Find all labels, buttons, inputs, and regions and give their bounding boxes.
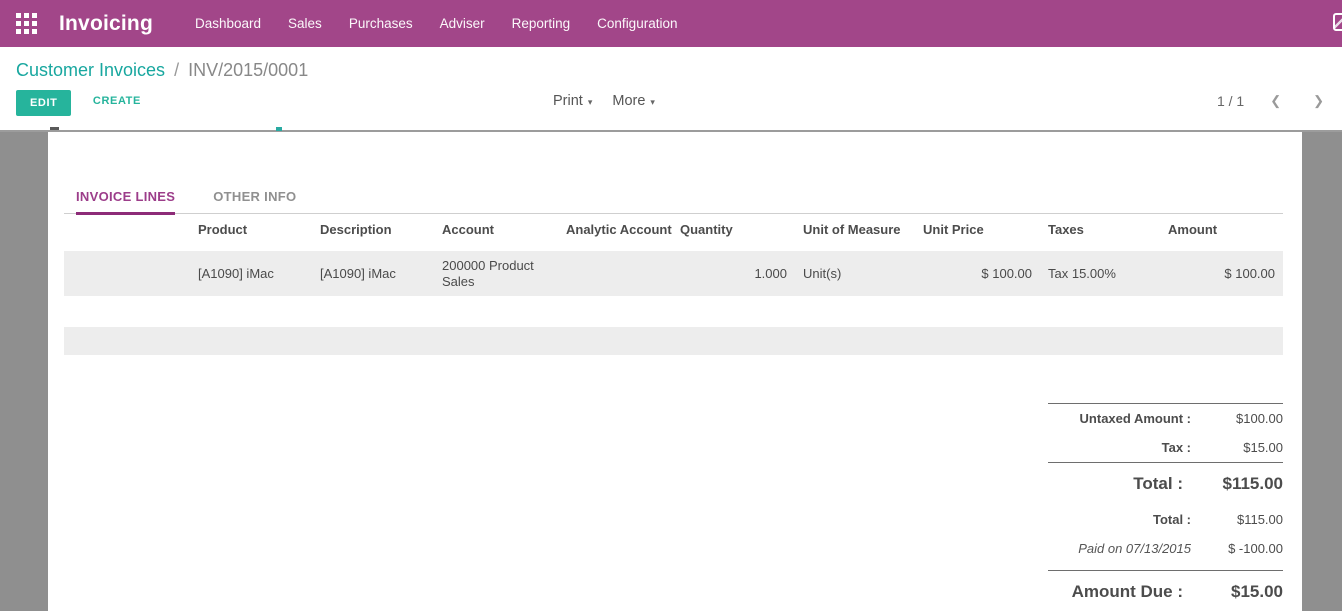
breadcrumb: Customer Invoices / INV/2015/0001 xyxy=(16,47,1326,81)
col-product: Product xyxy=(190,214,312,249)
total-label: Total : xyxy=(1133,474,1183,494)
table-header-row: Product Description Account Analytic Acc… xyxy=(64,214,1283,249)
paid-row: Paid on 07/13/2015 $ -100.00 xyxy=(1048,534,1283,563)
amount-due-value: $15.00 xyxy=(1183,582,1283,602)
cell-unit-price: $ 100.00 xyxy=(915,249,1040,296)
chevron-right-icon[interactable]: ❯ xyxy=(1307,93,1330,109)
clipped-content-fragment xyxy=(50,127,59,130)
cell-description: [A1090] iMac xyxy=(312,249,434,296)
amount-due-row: Amount Due : $15.00 xyxy=(1048,571,1283,611)
invoice-form-sheet: INVOICE LINES OTHER INFO Product Descrip… xyxy=(48,132,1302,611)
cell-uom: Unit(s) xyxy=(795,249,915,296)
nav-item-purchases[interactable]: Purchases xyxy=(349,16,413,31)
notebook-tabs: INVOICE LINES OTHER INFO xyxy=(64,132,1283,214)
tab-invoice-lines[interactable]: INVOICE LINES xyxy=(76,189,175,215)
print-dropdown-label: Print xyxy=(553,93,583,109)
app-title[interactable]: Invoicing xyxy=(59,12,153,36)
paid-on-value: $ -100.00 xyxy=(1191,541,1283,556)
cell-analytic-account xyxy=(558,249,672,296)
cell-amount: $ 100.00 xyxy=(1160,249,1283,296)
caret-down-icon: ▾ xyxy=(588,95,593,108)
top-navbar: Invoicing Dashboard Sales Purchases Advi… xyxy=(0,0,1342,47)
list-footer-strip xyxy=(64,327,1283,355)
more-dropdown-label: More xyxy=(612,93,645,109)
col-amount: Amount xyxy=(1160,214,1283,249)
total-value: $115.00 xyxy=(1183,474,1283,494)
col-unit-price: Unit Price xyxy=(915,214,1040,249)
control-panel-buttons: EDIT CREATE Print ▾ More ▾ 1 / 1 ❮ ❯ xyxy=(16,90,1326,117)
untaxed-amount-row: Untaxed Amount : $100.00 xyxy=(1048,404,1283,433)
record-pager: 1 / 1 ❮ ❯ xyxy=(1217,93,1330,109)
nav-item-adviser[interactable]: Adviser xyxy=(440,16,485,31)
cell-handle xyxy=(64,249,190,296)
col-account: Account xyxy=(434,214,558,249)
col-taxes: Taxes xyxy=(1040,214,1160,249)
breadcrumb-separator: / xyxy=(170,60,183,80)
apps-grid-icon[interactable] xyxy=(16,13,37,34)
caret-down-icon: ▾ xyxy=(650,95,655,108)
col-quantity: Quantity xyxy=(672,214,795,249)
page-content: INVOICE LINES OTHER INFO Product Descrip… xyxy=(0,132,1342,611)
breadcrumb-parent-link[interactable]: Customer Invoices xyxy=(16,60,165,80)
tax-value: $15.00 xyxy=(1191,440,1283,455)
nav-item-sales[interactable]: Sales xyxy=(288,16,322,31)
pager-count: 1 / 1 xyxy=(1217,93,1244,109)
cell-taxes: Tax 15.00% xyxy=(1040,249,1160,296)
col-analytic-account: Analytic Account xyxy=(558,214,672,249)
total-secondary-label: Total : xyxy=(1153,512,1191,527)
untaxed-amount-value: $100.00 xyxy=(1191,411,1283,426)
total-row: Total : $115.00 xyxy=(1048,463,1283,505)
tax-label: Tax : xyxy=(1162,440,1191,455)
clipped-user-icon[interactable] xyxy=(1333,13,1342,31)
totals-spacer xyxy=(1048,563,1283,570)
cell-quantity: 1.000 xyxy=(672,249,795,296)
tab-other-info[interactable]: OTHER INFO xyxy=(213,189,296,213)
nav-item-reporting[interactable]: Reporting xyxy=(512,16,571,31)
cell-account: 200000 Product Sales xyxy=(434,249,558,296)
cell-product: [A1090] iMac xyxy=(190,249,312,296)
tax-row: Tax : $15.00 xyxy=(1048,433,1283,462)
invoice-totals: Untaxed Amount : $100.00 Tax : $15.00 To… xyxy=(1048,403,1283,611)
print-dropdown[interactable]: Print ▾ xyxy=(553,93,592,109)
edit-button[interactable]: EDIT xyxy=(16,90,71,116)
total-secondary-row: Total : $115.00 xyxy=(1048,505,1283,534)
invoice-line-row[interactable]: [A1090] iMac [A1090] iMac 200000 Product… xyxy=(64,249,1283,296)
breadcrumb-current: INV/2015/0001 xyxy=(188,60,308,80)
clipped-content-fragment xyxy=(276,127,282,131)
invoice-lines-table: Product Description Account Analytic Acc… xyxy=(64,214,1283,296)
nav-item-configuration[interactable]: Configuration xyxy=(597,16,677,31)
more-dropdown[interactable]: More ▾ xyxy=(612,93,655,109)
amount-due-label: Amount Due : xyxy=(1072,582,1183,602)
untaxed-amount-label: Untaxed Amount : xyxy=(1080,411,1191,426)
chevron-left-icon[interactable]: ❮ xyxy=(1264,93,1287,109)
col-unit-of-measure: Unit of Measure xyxy=(795,214,915,249)
paid-on-label: Paid on 07/13/2015 xyxy=(1078,541,1191,556)
action-dropdowns: Print ▾ More ▾ xyxy=(553,93,655,109)
col-handle xyxy=(64,214,190,249)
col-description: Description xyxy=(312,214,434,249)
control-panel: Customer Invoices / INV/2015/0001 EDIT C… xyxy=(0,47,1342,132)
nav-menu: Dashboard Sales Purchases Adviser Report… xyxy=(195,16,678,31)
create-button[interactable]: CREATE xyxy=(93,95,141,107)
total-secondary-value: $115.00 xyxy=(1191,512,1283,527)
nav-item-dashboard[interactable]: Dashboard xyxy=(195,16,261,31)
